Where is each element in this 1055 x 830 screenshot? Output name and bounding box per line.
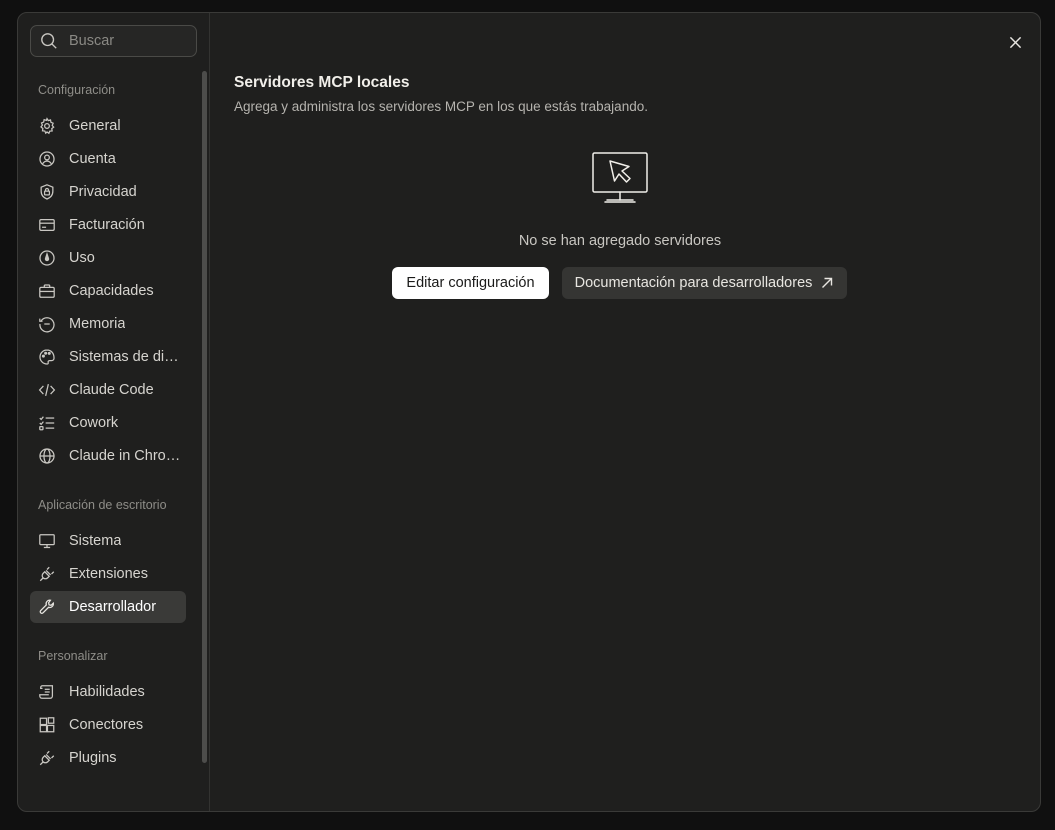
search-input[interactable] (69, 33, 189, 49)
shield-lock-icon (38, 183, 56, 201)
sidebar-item-privacidad[interactable]: Privacidad (30, 176, 186, 208)
sidebar-item-label: Conectores (69, 717, 144, 733)
palette-icon (38, 348, 56, 366)
sidebar-item-uso[interactable]: Uso (30, 242, 186, 274)
page-subtitle: Agrega y administra los servidores MCP e… (234, 99, 648, 114)
sidebar-item-sistemas-de-diseno[interactable]: Sistemas de diseño (30, 341, 186, 373)
sidebar-item-claude-in-chrome[interactable]: Claude in Chrome (30, 440, 186, 472)
sidebar-item-label: Claude Code (69, 382, 154, 398)
sidebar-item-cuenta[interactable]: Cuenta (30, 143, 186, 175)
sidebar-item-label: Memoria (69, 316, 126, 332)
sidebar-item-conectores[interactable]: Conectores (30, 709, 186, 741)
sidebar-item-memoria[interactable]: Memoria (30, 308, 186, 340)
close-icon (1009, 36, 1021, 48)
sidebar-item-label: Uso (69, 250, 95, 266)
gear-icon (38, 117, 56, 135)
sidebar-item-facturacion[interactable]: Facturación (30, 209, 186, 241)
monitor-icon (38, 532, 56, 550)
code-icon (38, 381, 56, 399)
sidebar-item-label: Sistema (69, 533, 122, 549)
search-icon (41, 33, 57, 49)
page-title: Servidores MCP locales (234, 74, 410, 91)
sidebar-item-label: Capacidades (69, 283, 154, 299)
sidebar-item-label: Cuenta (69, 151, 116, 167)
main-panel: Servidores MCP locales Agrega y administ… (210, 13, 1040, 811)
sidebar-item-label: Facturación (69, 217, 145, 233)
empty-state-text: No se han agregado servidores (518, 233, 722, 249)
sidebar-item-label: Desarrollador (69, 599, 157, 615)
credit-card-icon (38, 216, 56, 234)
sidebar-item-capacidades[interactable]: Capacidades (30, 275, 186, 307)
sidebar-item-sistema[interactable]: Sistema (30, 525, 186, 557)
section-title-personalizar: Personalizar (38, 649, 108, 663)
external-link-icon (822, 277, 833, 288)
briefcase-icon (38, 282, 56, 300)
checklist-icon (38, 414, 56, 432)
gauge-icon (38, 249, 56, 267)
section-title-configuracion: Configuración (38, 83, 116, 97)
sidebar-item-label: Habilidades (69, 684, 145, 700)
sidebar-item-cowork[interactable]: Cowork (30, 407, 186, 439)
globe-icon (38, 447, 56, 465)
sidebar: Configuración General Cuenta Privacidad … (18, 13, 210, 811)
sidebar-item-habilidades[interactable]: Habilidades (30, 676, 186, 708)
user-circle-icon (38, 150, 56, 168)
search-box[interactable] (30, 25, 197, 57)
close-button[interactable] (1004, 31, 1026, 53)
plug-icon (38, 749, 56, 767)
sidebar-item-label: General (69, 118, 121, 134)
sidebar-item-general[interactable]: General (30, 110, 186, 142)
sidebar-item-desarrollador[interactable]: Desarrollador (30, 591, 186, 623)
memory-icon (38, 315, 56, 333)
sidebar-item-label: Sistemas de diseño (69, 349, 181, 365)
sidebar-item-extensiones[interactable]: Extensiones (30, 558, 186, 590)
edit-config-button[interactable]: Editar configuración (392, 267, 549, 299)
developer-docs-label: Documentación para desarrolladores (574, 275, 813, 291)
sidebar-item-label: Plugins (69, 750, 117, 766)
sidebar-item-claude-code[interactable]: Claude Code (30, 374, 186, 406)
sidebar-item-plugins[interactable]: Plugins (30, 742, 186, 774)
plug-icon (38, 565, 56, 583)
wrench-icon (38, 598, 56, 616)
developer-docs-button[interactable]: Documentación para desarrolladores (562, 267, 847, 299)
blocks-icon (38, 716, 56, 734)
settings-window: Configuración General Cuenta Privacidad … (17, 12, 1041, 812)
monitor-cursor-icon (592, 152, 648, 203)
sidebar-item-label: Cowork (69, 415, 119, 431)
section-title-aplicacion-de-escritorio: Aplicación de escritorio (38, 498, 167, 512)
sidebar-item-label: Extensiones (69, 566, 148, 582)
sidebar-item-label: Claude in Chrome (69, 448, 181, 464)
sidebar-item-label: Privacidad (69, 184, 137, 200)
scroll-icon (38, 683, 56, 701)
sidebar-scrollbar[interactable] (202, 71, 207, 763)
